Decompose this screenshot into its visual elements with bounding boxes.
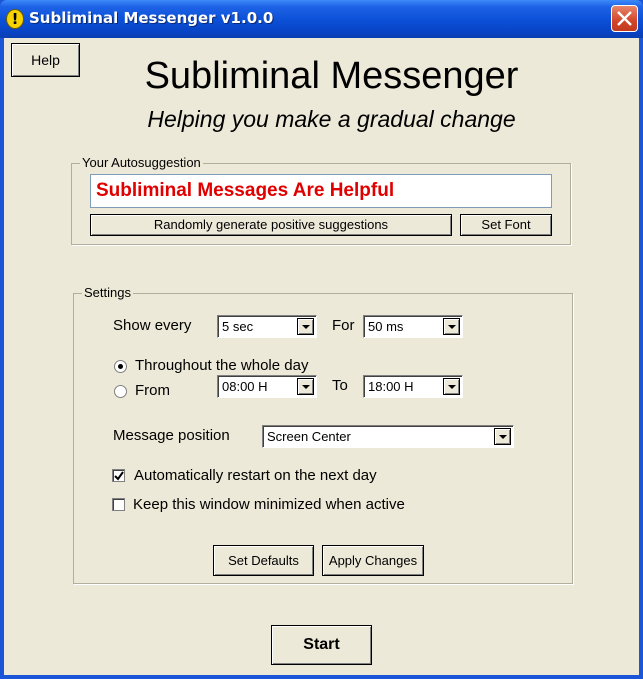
show-every-label: Show every (113, 317, 192, 334)
apply-changes-button[interactable]: Apply Changes (322, 545, 424, 576)
warning-icon: ! (6, 9, 24, 29)
for-value: 50 ms (368, 319, 404, 334)
from-time-value: 08:00 H (222, 379, 268, 394)
show-every-value: 5 sec (222, 319, 254, 334)
set-defaults-button[interactable]: Set Defaults (213, 545, 314, 576)
autosuggestion-legend: Your Autosuggestion (80, 155, 203, 170)
to-time-select[interactable]: 18:00 H (363, 375, 463, 398)
from-time-select[interactable]: 08:00 H (217, 375, 317, 398)
app-window: ! Subliminal Messenger v1.0.0 Help Subli… (0, 0, 643, 679)
to-label: To (332, 377, 348, 394)
for-select[interactable]: 50 ms (363, 315, 463, 338)
chevron-down-icon[interactable] (443, 318, 460, 335)
chevron-down-icon[interactable] (443, 378, 460, 395)
message-position-label: Message position (113, 427, 230, 444)
checkmark-icon (114, 471, 124, 481)
close-icon (617, 11, 632, 26)
chevron-down-icon[interactable] (297, 318, 314, 335)
title-bar[interactable]: ! Subliminal Messenger v1.0.0 (0, 0, 643, 38)
radio-from-label[interactable]: From (135, 382, 170, 399)
chevron-down-icon[interactable] (297, 378, 314, 395)
window-title: Subliminal Messenger v1.0.0 (29, 9, 274, 27)
radio-whole-day[interactable] (114, 360, 127, 373)
for-label: For (332, 317, 355, 334)
to-time-value: 18:00 H (368, 379, 414, 394)
start-button[interactable]: Start (271, 625, 372, 665)
keep-minimized-label[interactable]: Keep this window minimized when active (133, 496, 405, 513)
set-font-button[interactable]: Set Font (460, 214, 552, 236)
message-position-value: Screen Center (267, 429, 351, 444)
message-position-select[interactable]: Screen Center (262, 425, 514, 448)
autosuggestion-text: Subliminal Messages Are Helpful (96, 180, 395, 201)
page-title: Subliminal Messenger (144, 55, 519, 97)
keep-minimized-checkbox[interactable] (112, 498, 125, 511)
radio-whole-day-label[interactable]: Throughout the whole day (135, 357, 308, 374)
settings-legend: Settings (82, 285, 133, 300)
random-suggestions-button[interactable]: Randomly generate positive suggestions (90, 214, 452, 236)
page-subtitle: Helping you make a gradual change (147, 106, 516, 132)
close-button[interactable] (611, 5, 638, 32)
chevron-down-icon[interactable] (494, 428, 511, 445)
show-every-select[interactable]: 5 sec (217, 315, 317, 338)
autosuggestion-input[interactable]: Subliminal Messages Are Helpful (90, 174, 552, 208)
client-area: Help Subliminal Messenger Helping you ma… (4, 38, 639, 675)
auto-restart-label[interactable]: Automatically restart on the next day (134, 467, 377, 484)
auto-restart-checkbox[interactable] (112, 469, 125, 482)
radio-from[interactable] (114, 385, 127, 398)
